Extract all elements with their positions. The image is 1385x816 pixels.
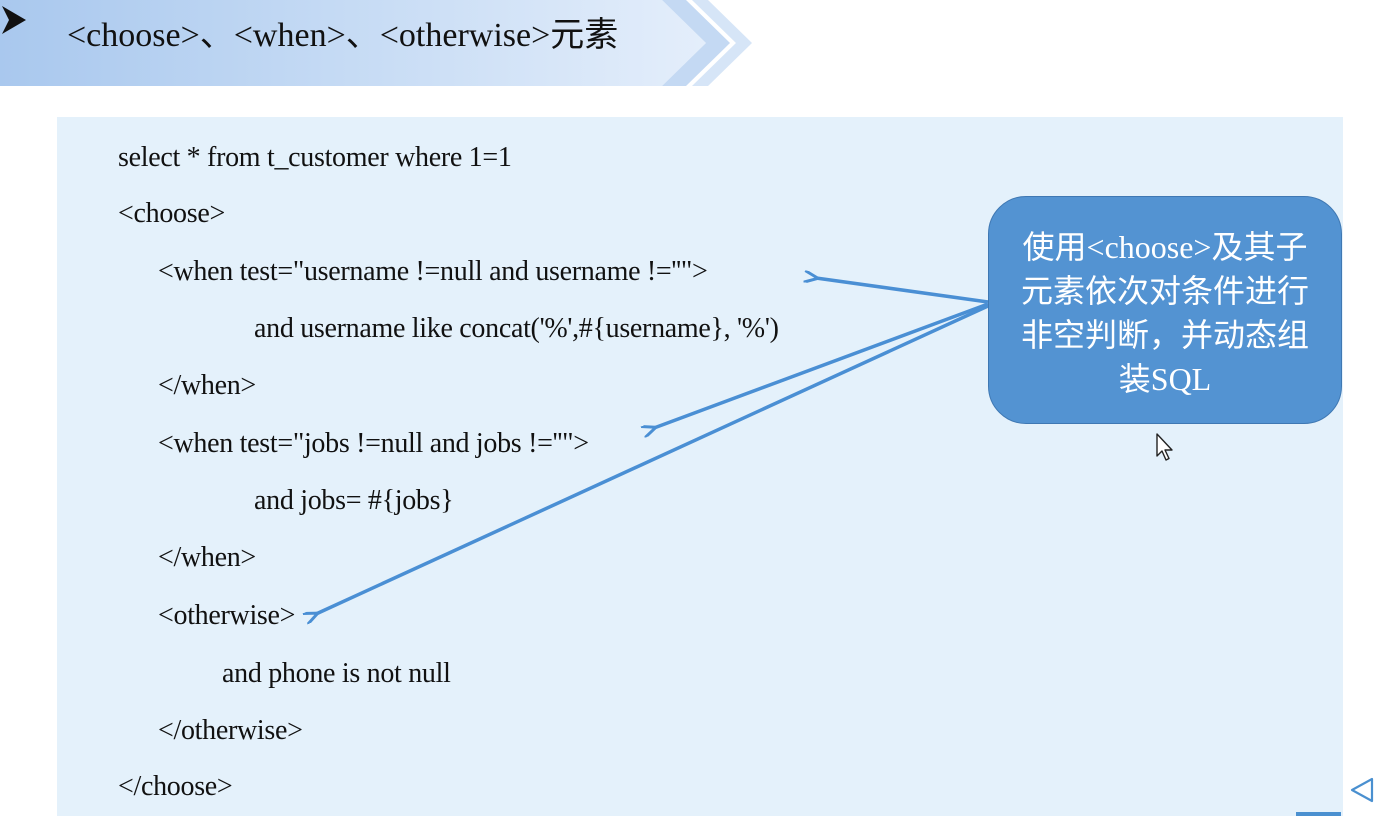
- bottom-accent-line: [1296, 812, 1341, 816]
- code-line-select: select * from t_customer where 1=1: [118, 142, 512, 173]
- code-line-when-username: <when test="username !=null and username…: [158, 256, 708, 287]
- arrow-bullet-icon: [2, 6, 26, 34]
- code-line-choose-close: </choose>: [118, 771, 233, 802]
- code-line-phone-not-null: and phone is not null: [222, 658, 451, 689]
- code-line-when-jobs: <when test="jobs !=null and jobs !=''">: [158, 428, 589, 459]
- code-line-choose-open: <choose>: [118, 198, 225, 229]
- previous-slide-icon[interactable]: [1348, 776, 1376, 804]
- code-line-otherwise-close: </otherwise>: [158, 715, 303, 746]
- code-line-jobs-equals: and jobs= #{jobs}: [254, 485, 454, 516]
- title-banner: <choose>、<when>、<otherwise>元素: [0, 0, 760, 86]
- code-line-when-close-2: </when>: [158, 542, 256, 573]
- slide-title: <choose>、<when>、<otherwise>元素: [67, 17, 619, 54]
- callout-text: 使用<choose>及其子元素依次对条件进行非空判断，并动态组装SQL: [1020, 229, 1309, 397]
- callout-box: 使用<choose>及其子元素依次对条件进行非空判断，并动态组装SQL: [988, 196, 1342, 424]
- slide: <choose>、<when>、<otherwise>元素 select * f…: [0, 0, 1385, 816]
- code-line-when-close-1: </when>: [158, 370, 256, 401]
- mouse-cursor-icon: [1156, 433, 1173, 461]
- code-line-username-like: and username like concat('%',#{username}…: [254, 313, 779, 344]
- code-line-otherwise-open: <otherwise>: [158, 600, 296, 631]
